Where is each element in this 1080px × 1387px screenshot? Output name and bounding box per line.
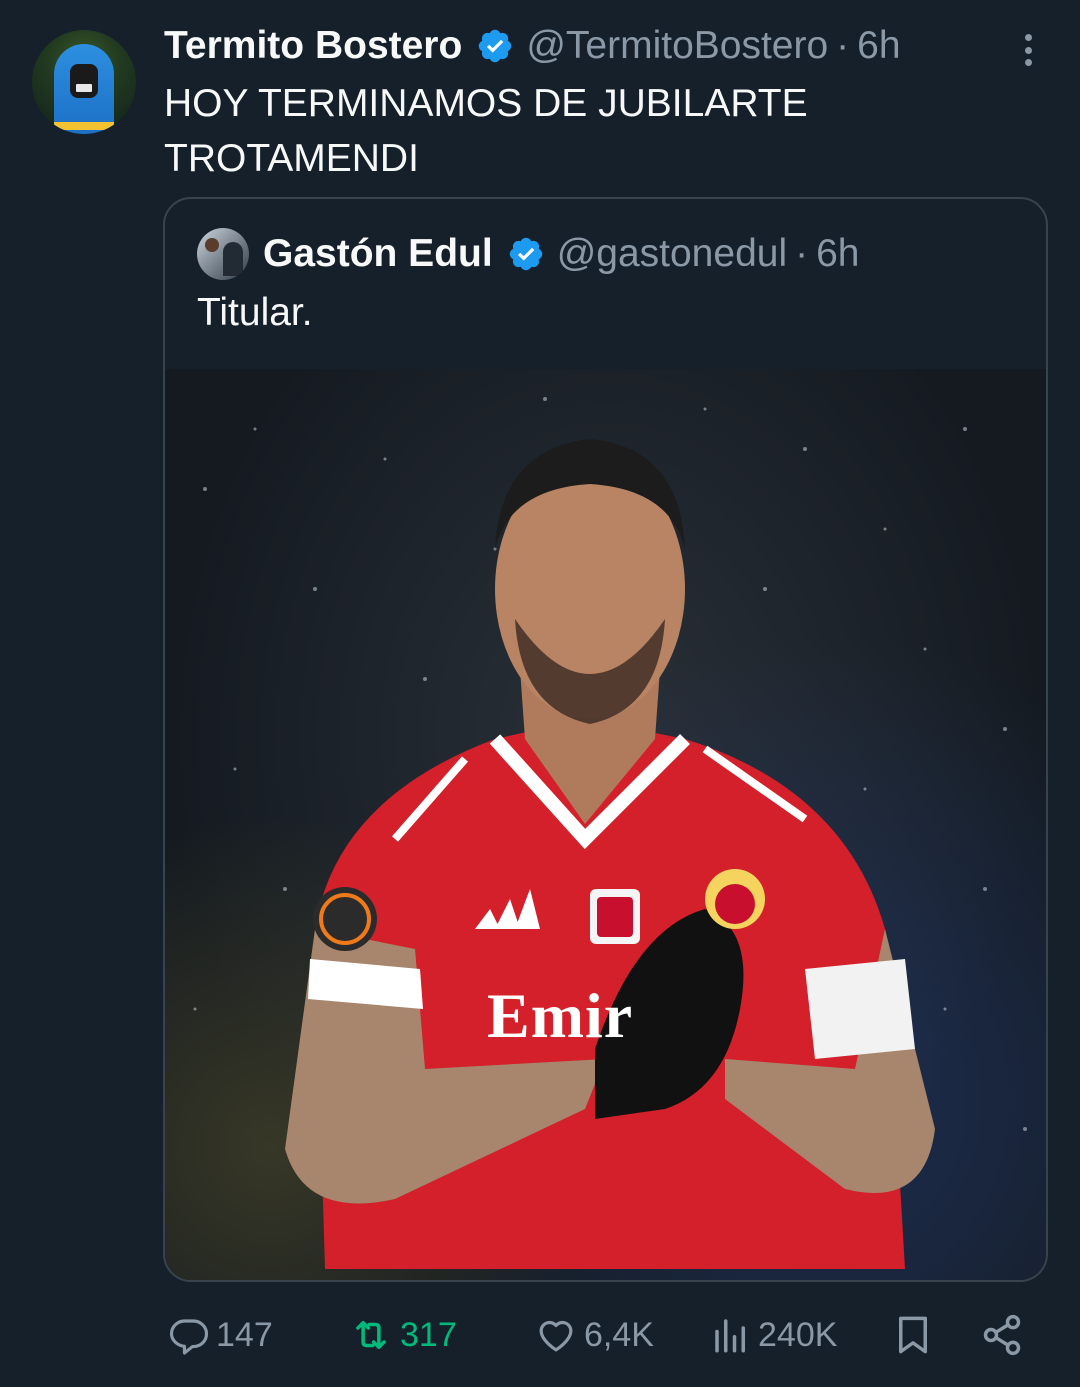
retweet-icon <box>356 1321 386 1349</box>
jersey-sponsor-text: Emir <box>487 980 634 1051</box>
quoted-tweet-photo[interactable]: Emir <box>165 369 1046 1280</box>
author-avatar[interactable] <box>32 30 136 134</box>
more-dot <box>1024 59 1032 66</box>
views-button[interactable]: 240K <box>710 1312 837 1358</box>
verified-icon <box>479 29 512 63</box>
share-button[interactable] <box>980 1312 1030 1358</box>
more-icon[interactable] <box>1018 30 1038 70</box>
bookmark-icon <box>899 1316 927 1354</box>
verified-icon <box>509 237 542 271</box>
tweet[interactable]: Termito Bostero @TermitoBostero · 6h HOY… <box>0 0 1080 1387</box>
avatar-stripe <box>54 122 114 130</box>
action-bar: 147 317 6,4K 240K <box>0 1300 1080 1370</box>
quoted-author-name[interactable]: Gastón Edul <box>263 232 493 276</box>
reply-count: 147 <box>216 1315 273 1354</box>
quoted-tweet-text: Titular. <box>197 291 313 334</box>
like-icon <box>539 1320 573 1352</box>
quoted-tweet[interactable]: Gastón Edul @gastonedul · 6h Titular. Em… <box>163 197 1048 1282</box>
quoted-tweet-header: Gastón Edul @gastonedul · 6h <box>197 228 860 280</box>
tweet-text-line: HOY TERMINAMOS DE JUBILARTE <box>164 82 808 125</box>
views-icon <box>715 1319 745 1353</box>
tweet-text: HOY TERMINAMOS DE JUBILARTE TROTAMENDI <box>164 76 984 186</box>
tweet-text-line: TROTAMENDI <box>164 137 419 180</box>
retweet-button[interactable]: 317 <box>348 1312 457 1358</box>
reply-button[interactable]: 147 <box>168 1312 273 1358</box>
reply-icon <box>169 1319 209 1355</box>
quoted-tweet-time[interactable]: 6h <box>816 232 859 276</box>
tweet-header: Termito Bostero @TermitoBostero · 6h <box>164 22 901 70</box>
quoted-author-avatar[interactable] <box>197 228 249 280</box>
player-photo-illustration <box>193 397 1027 1269</box>
bookmark-button[interactable] <box>892 1312 940 1358</box>
separator: · <box>795 232 809 275</box>
more-dot <box>1024 34 1032 41</box>
tweet-time[interactable]: 6h <box>857 24 900 68</box>
separator: · <box>836 24 850 67</box>
quoted-author-handle[interactable]: @gastonedul <box>557 232 787 276</box>
more-dot <box>1024 46 1032 54</box>
share-icon <box>983 1314 1021 1356</box>
author-handle[interactable]: @TermitoBostero <box>526 24 828 68</box>
like-button[interactable]: 6,4K <box>534 1312 654 1358</box>
author-name[interactable]: Termito Bostero <box>164 24 462 68</box>
like-count: 6,4K <box>584 1315 654 1354</box>
views-count: 240K <box>758 1315 838 1354</box>
retweet-count: 317 <box>400 1315 457 1354</box>
avatar-face <box>70 64 98 98</box>
